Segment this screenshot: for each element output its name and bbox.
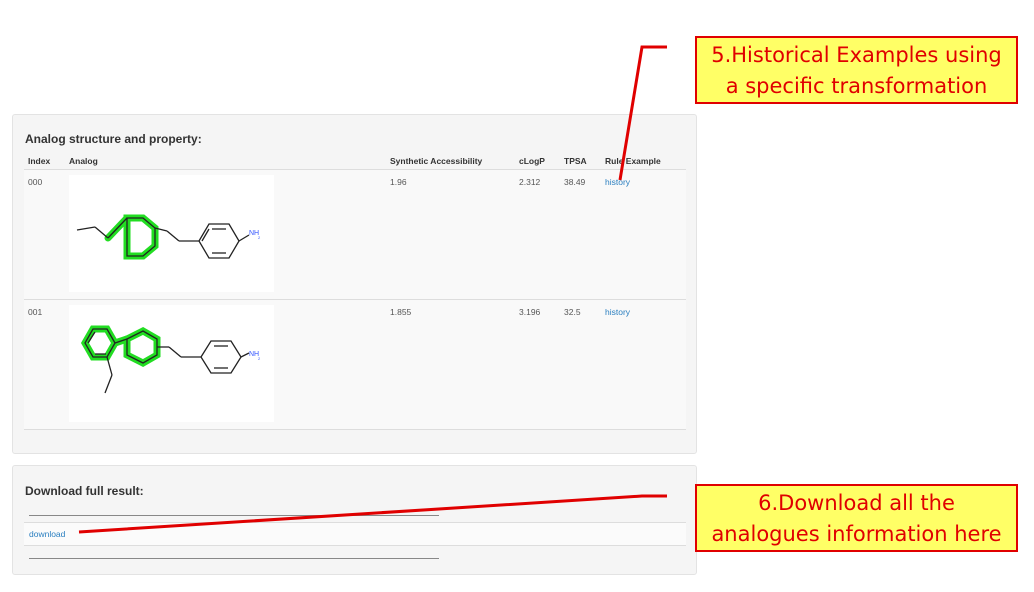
cell-sa: 1.855: [386, 299, 515, 430]
col-index-header: Index: [24, 152, 65, 170]
download-row: download: [24, 522, 686, 546]
amine-subscript: 2: [258, 356, 261, 361]
callout-download: 6.Download all the analogues information…: [695, 484, 1018, 552]
divider: [29, 558, 439, 559]
cell-tpsa: 32.5: [560, 299, 601, 430]
heteroatom-mark: ·: [108, 237, 110, 243]
cell-sa: 1.96: [386, 169, 515, 300]
callout-history-line1: 5.Historical Examples using: [711, 43, 1002, 67]
col-analog-header: Analog: [65, 152, 386, 170]
col-tpsa-header: TPSA: [560, 152, 601, 170]
col-sa-header: Synthetic Accessibility: [386, 152, 515, 170]
download-link[interactable]: download: [29, 529, 65, 539]
molecule-001: NH 2: [80, 325, 261, 394]
cell-rule: history: [601, 169, 686, 300]
callout-download-line1: 6.Download all the: [758, 491, 955, 515]
table-row: 000 NH 2 · 1.96 2.312 38.49 history: [24, 169, 686, 300]
cell-tpsa: 38.49: [560, 169, 601, 300]
cell-clogp: 3.196: [515, 299, 560, 430]
cell-index: 001: [24, 299, 65, 430]
callout-history-line2: a specific transformation: [725, 74, 988, 98]
download-panel-title: Download full result:: [25, 484, 144, 498]
callout-download-line2: analogues information here: [711, 522, 1002, 546]
amine-subscript: 2: [258, 235, 261, 240]
analog-structure-image: NH 2 ·: [69, 175, 274, 292]
analog-panel-title: Analog structure and property:: [25, 132, 202, 146]
callout-history: 5.Historical Examples using a specific t…: [695, 36, 1018, 104]
col-clogp-header: cLogP: [515, 152, 560, 170]
molecule-000: NH 2 ·: [76, 214, 261, 260]
analog-table: Index Analog Synthetic Accessibility cLo…: [24, 152, 686, 430]
history-link[interactable]: history: [605, 307, 630, 317]
cell-clogp: 2.312: [515, 169, 560, 300]
table-row: 001 NH 2 1.855 3.196 32.5 history: [24, 299, 686, 430]
analog-structure-image: NH 2: [69, 305, 274, 422]
history-link[interactable]: history: [605, 177, 630, 187]
table-header-row: Index Analog Synthetic Accessibility cLo…: [24, 152, 686, 170]
divider: [29, 515, 439, 516]
analog-panel: Analog structure and property: Index Ana…: [12, 114, 697, 454]
col-rule-header: Rule Example: [601, 152, 686, 170]
cell-analog: NH 2 ·: [65, 169, 386, 300]
download-panel: Download full result: download: [12, 465, 697, 575]
cell-analog: NH 2: [65, 299, 386, 430]
cell-index: 000: [24, 169, 65, 300]
cell-rule: history: [601, 299, 686, 430]
